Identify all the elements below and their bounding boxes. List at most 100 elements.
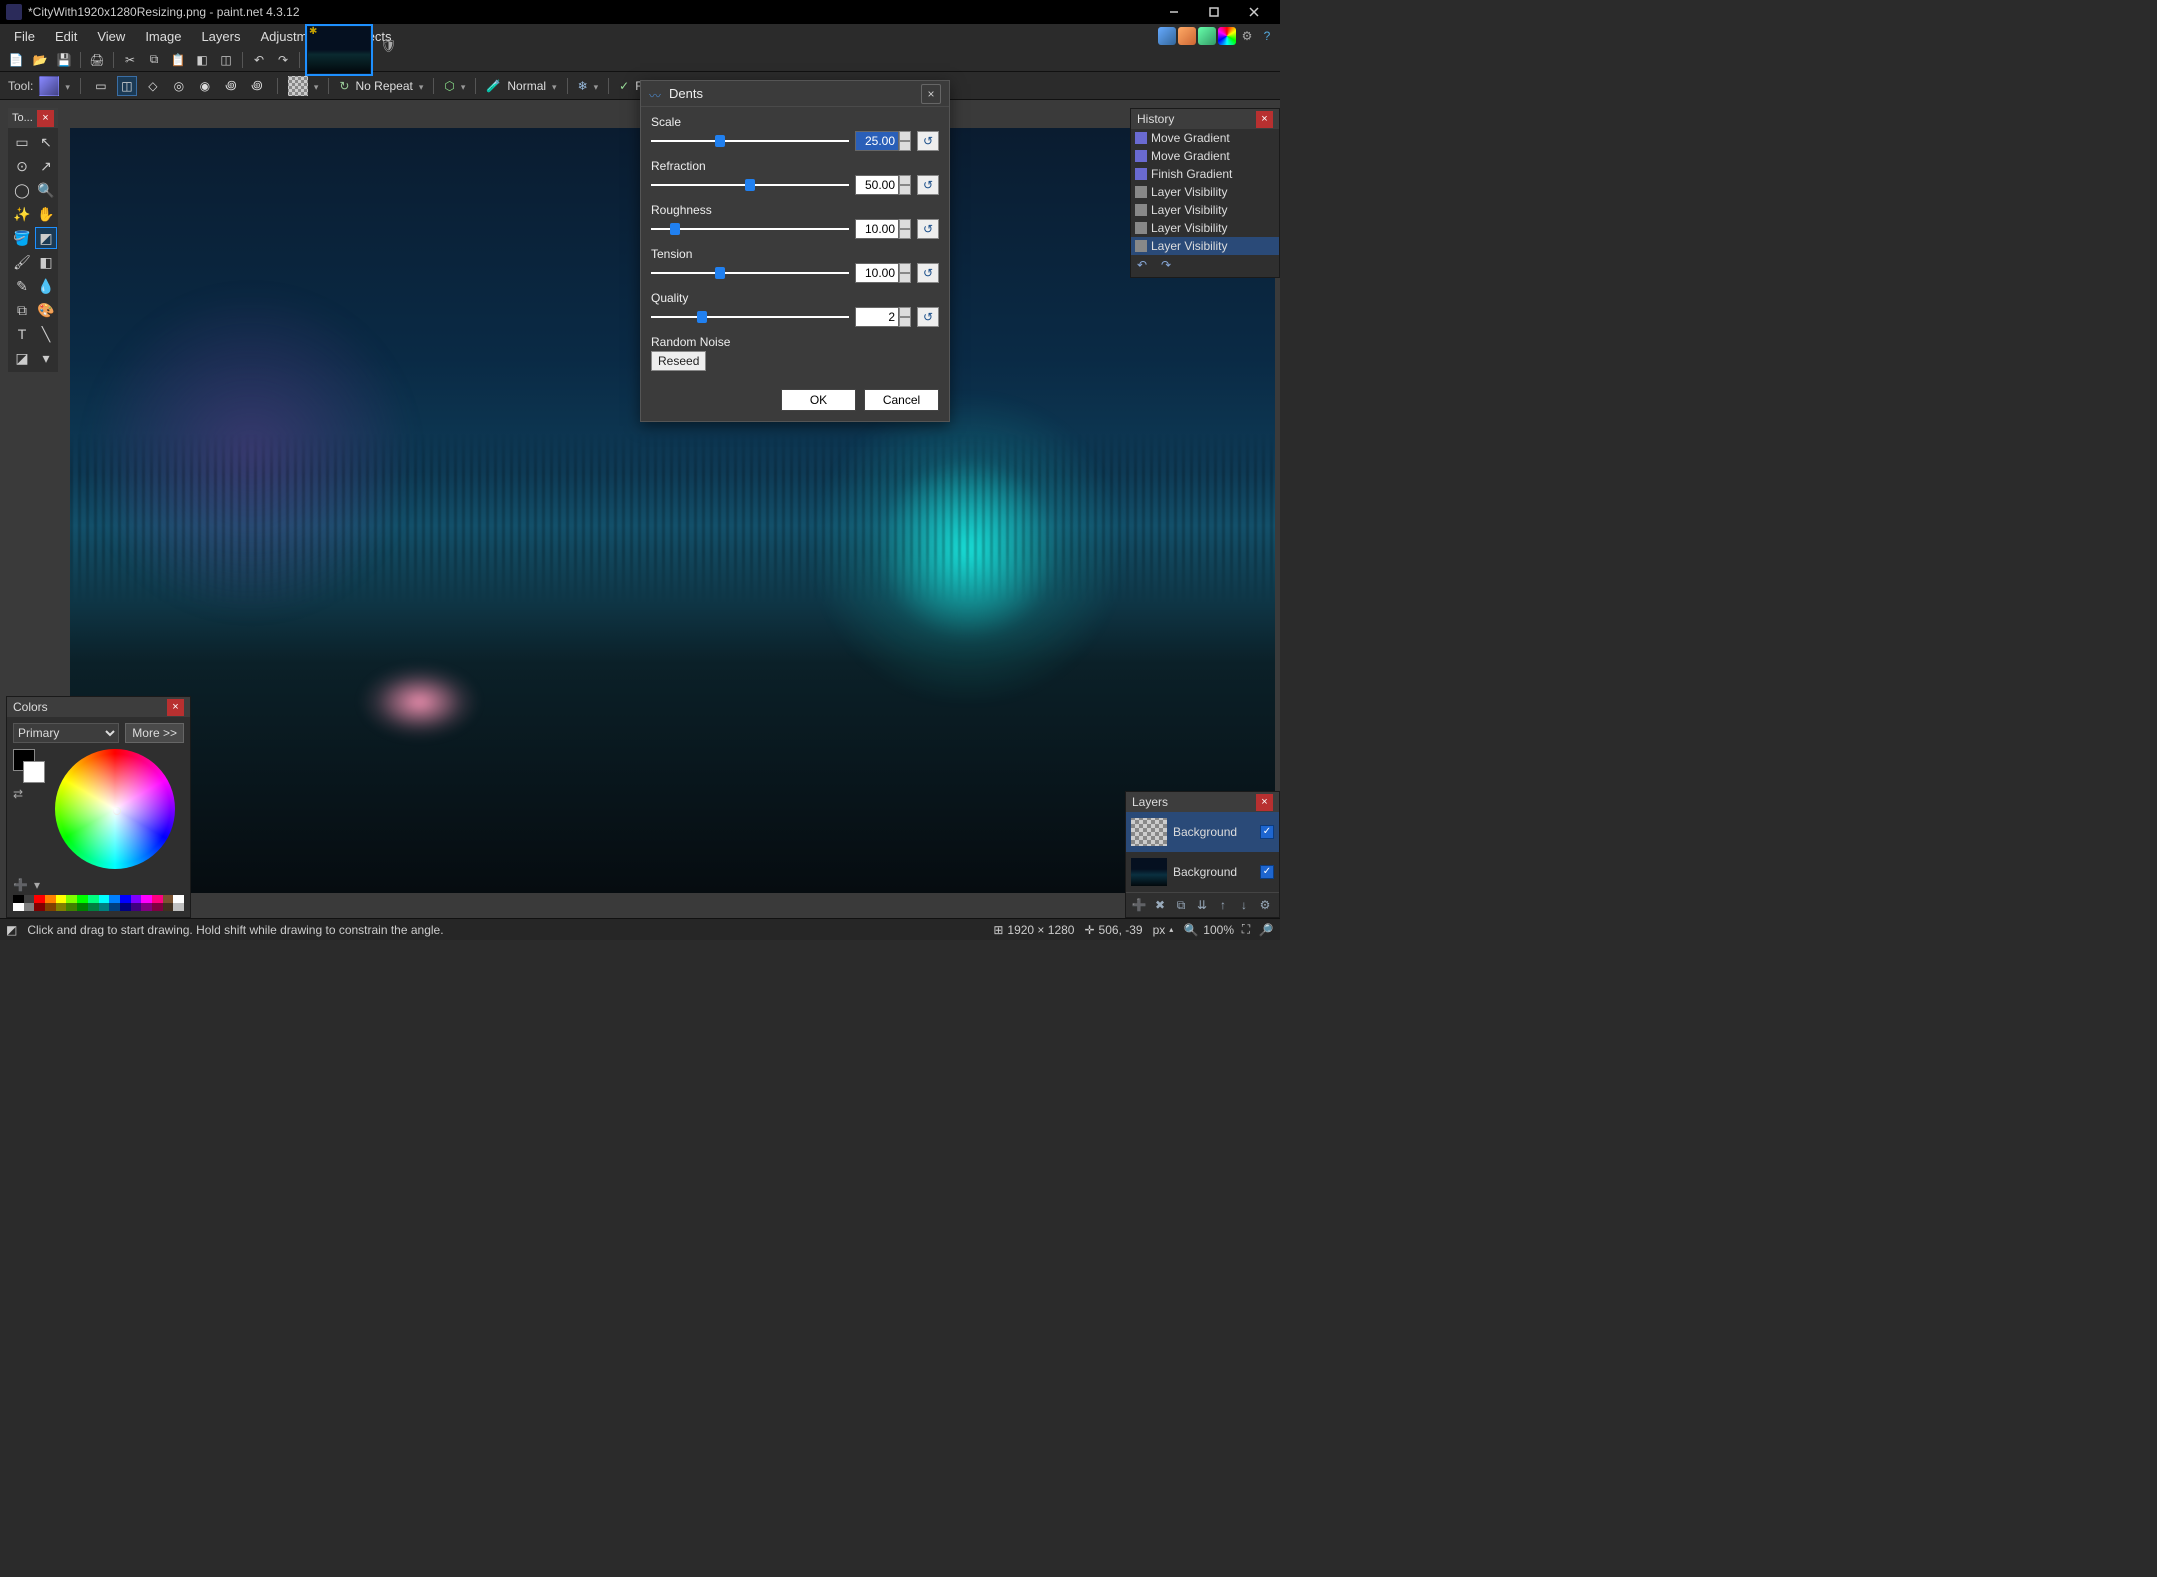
palette-swatch[interactable]	[163, 903, 174, 911]
clone-stamp-tool[interactable]: ⧉	[11, 299, 33, 321]
layers-panel-close[interactable]: ×	[1256, 794, 1273, 811]
history-item[interactable]: Layer Visibility	[1131, 237, 1279, 255]
lasso-select-tool[interactable]: ⊙	[11, 155, 33, 177]
colors-panel-header[interactable]: Colors ×	[7, 697, 190, 717]
palette-swatch[interactable]	[173, 895, 184, 903]
palette-swatch[interactable]	[163, 895, 174, 903]
palette-swatch[interactable]	[13, 903, 24, 911]
settings-icon[interactable]: ⚙	[1238, 27, 1256, 45]
merge-down-button[interactable]: ⇊	[1193, 896, 1211, 914]
zoom-out-button[interactable]: 🔍	[1183, 922, 1199, 938]
menu-view[interactable]: View	[87, 24, 135, 48]
palette-swatch[interactable]	[24, 903, 35, 911]
palette-swatch[interactable]	[120, 903, 131, 911]
history-panel-close[interactable]: ×	[1256, 111, 1273, 128]
layers-panel-header[interactable]: Layers ×	[1126, 792, 1279, 812]
history-item[interactable]: Finish Gradient	[1131, 165, 1279, 183]
repeat-mode[interactable]: No Repeat	[355, 79, 412, 93]
add-layer-button[interactable]: ➕	[1130, 896, 1148, 914]
blend-dropdown[interactable]	[552, 79, 557, 93]
eraser-tool[interactable]: ◧	[35, 251, 57, 273]
properties-button[interactable]: ⚙	[1256, 896, 1274, 914]
palette-swatch[interactable]	[24, 895, 35, 903]
history-undo-button[interactable]: ↶	[1137, 258, 1155, 274]
crop-button[interactable]: ◧	[192, 50, 212, 70]
dialog-close-button[interactable]: ×	[921, 84, 941, 104]
move-up-button[interactable]: ↑	[1214, 896, 1232, 914]
spin-down[interactable]: ▼	[899, 229, 911, 239]
history-item[interactable]: Move Gradient	[1131, 147, 1279, 165]
reseed-button[interactable]: Reseed	[651, 351, 706, 371]
spin-down[interactable]: ▼	[899, 317, 911, 327]
delete-layer-button[interactable]: ✖	[1151, 896, 1169, 914]
rectangle-select-tool[interactable]: ▭	[11, 131, 33, 153]
palette-swatch[interactable]	[66, 903, 77, 911]
palette-swatch[interactable]	[131, 895, 142, 903]
palette-swatch[interactable]	[120, 895, 131, 903]
print-button[interactable]: 🖨	[87, 50, 107, 70]
help-icon[interactable]: ?	[1258, 27, 1276, 45]
spin-up[interactable]: ▲	[899, 219, 911, 229]
gradient-diamond-icon[interactable]: ◇	[143, 76, 163, 96]
palette-swatch[interactable]	[141, 895, 152, 903]
redo-button[interactable]: ↷	[273, 50, 293, 70]
palette-swatch[interactable]	[34, 895, 45, 903]
paint-bucket-tool[interactable]: 🪣	[11, 227, 33, 249]
layer-row[interactable]: Background ✓	[1126, 812, 1279, 852]
param-slider[interactable]	[651, 132, 849, 150]
shapes-dropdown[interactable]: ▾	[35, 347, 57, 369]
copy-button[interactable]: ⧉	[144, 50, 164, 70]
colors-window-icon[interactable]	[1218, 27, 1236, 45]
palette-swatch[interactable]	[109, 895, 120, 903]
param-slider[interactable]	[651, 308, 849, 326]
param-value-input[interactable]	[855, 131, 899, 151]
paste-button[interactable]: 📋	[168, 50, 188, 70]
palette-swatch[interactable]	[56, 895, 67, 903]
palette-swatch[interactable]	[173, 903, 184, 911]
cancel-button[interactable]: Cancel	[864, 389, 939, 411]
history-item[interactable]: Move Gradient	[1131, 129, 1279, 147]
palette-swatch[interactable]	[109, 903, 120, 911]
layer-visibility-checkbox[interactable]: ✓	[1260, 825, 1274, 839]
shapes-tool[interactable]: ◪	[11, 347, 33, 369]
history-window-icon[interactable]	[1178, 27, 1196, 45]
palette-swatch[interactable]	[152, 903, 163, 911]
gradient-radial-icon[interactable]: ◎	[169, 76, 189, 96]
history-panel-header[interactable]: History ×	[1131, 109, 1279, 129]
reset-button[interactable]: ↺	[917, 131, 939, 151]
pan-tool[interactable]: ✋	[35, 203, 57, 225]
palette-swatch[interactable]	[152, 895, 163, 903]
transparency-mode-icon[interactable]	[288, 76, 308, 96]
param-slider[interactable]	[651, 176, 849, 194]
deselect-button[interactable]: ◫	[216, 50, 236, 70]
spin-up[interactable]: ▲	[899, 307, 911, 317]
ok-button[interactable]: OK	[781, 389, 856, 411]
palette-swatch[interactable]	[77, 903, 88, 911]
move-selection-tool[interactable]: ↗	[35, 155, 57, 177]
layers-window-icon[interactable]	[1198, 27, 1216, 45]
param-value-input[interactable]	[855, 307, 899, 327]
spin-down[interactable]: ▼	[899, 141, 911, 151]
text-tool[interactable]: T	[11, 323, 33, 345]
palette-swatch[interactable]	[131, 903, 142, 911]
units-selector[interactable]: px▴	[1153, 923, 1174, 937]
save-button[interactable]: 💾	[54, 50, 74, 70]
zoom-in-button[interactable]: 🔎	[1258, 922, 1274, 938]
param-value-input[interactable]	[855, 219, 899, 239]
undo-button[interactable]: ↶	[249, 50, 269, 70]
colors-panel-close[interactable]: ×	[167, 699, 184, 716]
spin-down[interactable]: ▼	[899, 273, 911, 283]
new-button[interactable]: 📄	[6, 50, 26, 70]
document-thumbnail[interactable]: ✱	[305, 24, 373, 76]
move-selected-tool[interactable]: ↖	[35, 131, 57, 153]
transparency-dropdown[interactable]	[314, 79, 319, 93]
layer-row[interactable]: Background ✓	[1126, 852, 1279, 892]
palette-swatch[interactable]	[88, 903, 99, 911]
zoom-level[interactable]: 100%	[1203, 923, 1234, 937]
active-tool-swatch[interactable]	[39, 76, 59, 96]
gradient-tool[interactable]: ◩	[35, 227, 57, 249]
palette-menu-button[interactable]: ▾	[34, 878, 40, 892]
menu-layers[interactable]: Layers	[191, 24, 250, 48]
color-wheel[interactable]	[55, 749, 175, 869]
history-item[interactable]: Layer Visibility	[1131, 219, 1279, 237]
